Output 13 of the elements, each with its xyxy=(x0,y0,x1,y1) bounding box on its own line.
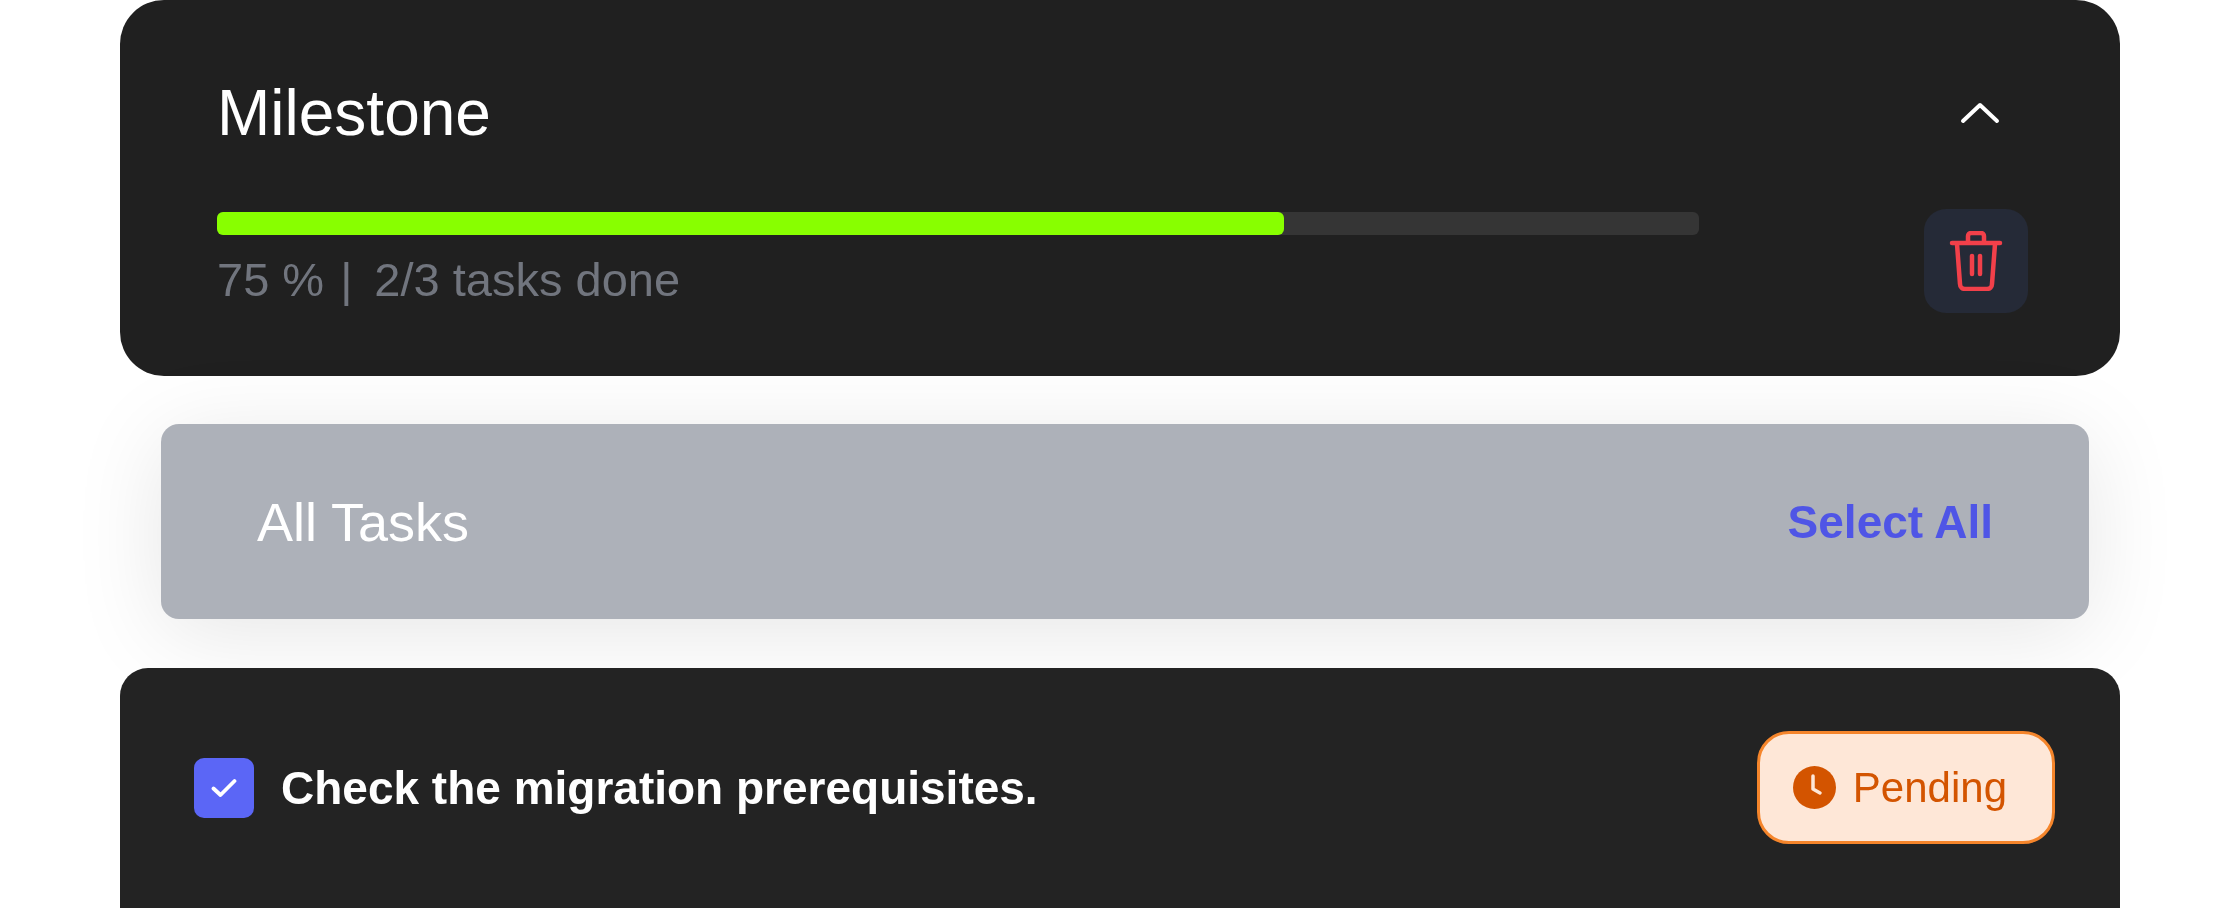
tasks-done-count: 2/3 tasks done xyxy=(374,256,681,303)
chevron-up-icon[interactable] xyxy=(1960,102,2000,124)
task-label: Check the migration prerequisites. xyxy=(281,760,1038,815)
trash-icon xyxy=(1949,231,2003,291)
select-all-button[interactable]: Select All xyxy=(1787,494,1993,549)
delete-button[interactable] xyxy=(1924,209,2028,313)
status-label: Pending xyxy=(1852,763,2007,812)
progress-percent: 75 % xyxy=(217,256,325,303)
section-title: All Tasks xyxy=(257,490,470,553)
checkbox[interactable] xyxy=(194,757,254,818)
milestone-title: Milestone xyxy=(217,81,491,145)
checkmark-icon xyxy=(211,777,237,798)
clock-icon xyxy=(1792,766,1836,809)
